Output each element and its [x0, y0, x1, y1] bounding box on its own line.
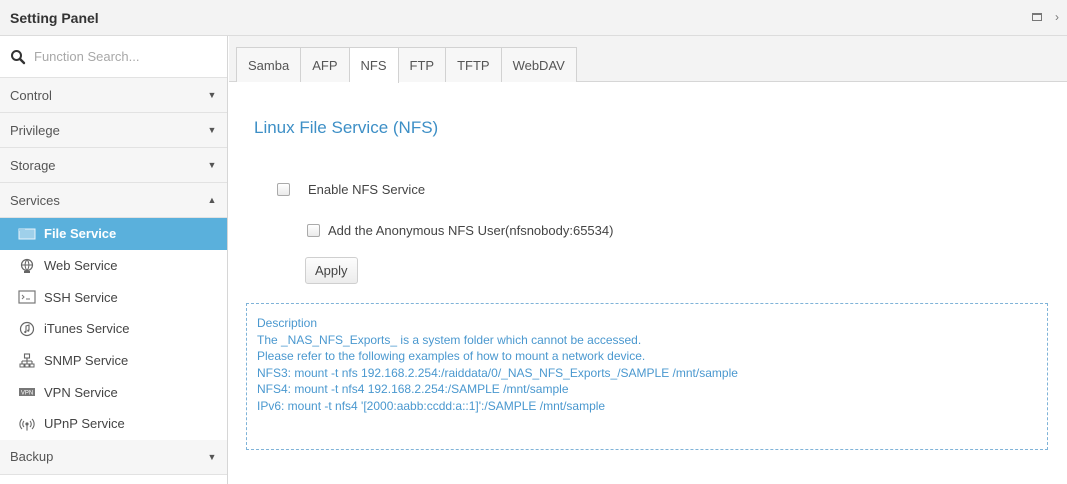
anonymous-user-row: Add the Anonymous NFS User(nfsnobody:655… [307, 223, 613, 238]
tab-afp[interactable]: AFP [301, 47, 350, 82]
close-icon: › [1055, 10, 1059, 24]
tab-samba[interactable]: Samba [236, 47, 302, 82]
description-title: Description [257, 316, 318, 330]
description-line: NFS3: mount -t nfs 192.168.2.254:/raidda… [257, 365, 738, 380]
sidebar-item-label: SSH Service [44, 289, 118, 305]
sidebar-category-storage[interactable]: Storage ▼ [0, 148, 227, 183]
sidebar-item-label: SNMP Service [44, 353, 129, 369]
window-title: Setting Panel [10, 10, 99, 26]
itunes-service-icon [18, 321, 36, 337]
title-bar: Setting Panel › [0, 0, 1067, 36]
main-panel: Samba AFP NFS FTP TFTP WebDAV Linux File Serv… [229, 36, 1067, 484]
sidebar-category-services[interactable]: Services ▲ [0, 183, 227, 218]
sidebar-item-file-service[interactable]: File Service [0, 218, 227, 250]
sidebar-category-label: Backup [10, 449, 54, 465]
svg-text:VPN: VPN [21, 391, 33, 397]
chevron-down-icon: ▼ [207, 160, 217, 170]
sidebar-item-vpn-service[interactable]: VPN VPN Service [0, 376, 227, 408]
sidebar-category-control[interactable]: Control ▼ [0, 78, 227, 113]
apply-button[interactable]: Apply [305, 257, 358, 284]
function-search [0, 36, 227, 78]
tab-webdav[interactable]: WebDAV [501, 47, 577, 82]
anonymous-user-checkbox[interactable] [307, 224, 320, 237]
web-service-icon [18, 258, 36, 274]
description-line: Please refer to the following examples o… [257, 349, 646, 364]
search-input[interactable] [34, 49, 204, 64]
sidebar-category-label: Control [10, 87, 52, 103]
description-box: Description The _NAS_NFS_Exports_ is a s… [246, 303, 1048, 450]
sidebar-item-upnp-service[interactable]: UPnP Service [0, 408, 227, 440]
enable-nfs-label: Enable NFS Service [308, 182, 426, 197]
anonymous-user-label: Add the Anonymous NFS User(nfsnobody:655… [328, 223, 614, 238]
description-line: NFS4: mount -t nfs4 192.168.2.254:/SAMPL… [257, 382, 569, 397]
sidebar-category-backup[interactable]: Backup ▼ [0, 439, 227, 475]
sidebar-item-label: iTunes Service [44, 321, 130, 337]
sidebar-item-label: VPN Service [44, 384, 118, 400]
file-service-icon [18, 226, 36, 242]
sidebar-item-itunes-service[interactable]: iTunes Service [0, 313, 227, 345]
snmp-service-icon [18, 353, 36, 369]
sidebar-item-web-service[interactable]: Web Service [0, 250, 227, 282]
sidebar-category-label: Services [10, 192, 60, 208]
window-controls: › [1031, 10, 1063, 24]
sidebar-item-label: Web Service [44, 258, 118, 274]
chevron-down-icon: ▼ [207, 90, 217, 100]
chevron-up-icon: ▲ [207, 195, 217, 205]
sidebar-category-label: Privilege [10, 122, 60, 138]
tab-bar: Samba AFP NFS FTP TFTP WebDAV [229, 36, 1067, 83]
sidebar-item-snmp-service[interactable]: SNMP Service [0, 345, 227, 377]
tab-nfs[interactable]: NFS [349, 47, 399, 83]
sidebar-category-label: Storage [10, 157, 56, 173]
sidebar: Control ▼ Privilege ▼ Storage ▼ Services ▲ File… [0, 36, 228, 484]
close-button[interactable]: › [1051, 10, 1063, 24]
description-line: IPv6: mount -t nfs4 '[2000:aabb:ccdd:a::… [257, 398, 606, 413]
sidebar-item-ssh-service[interactable]: SSH Service [0, 281, 227, 313]
chevron-down-icon: ▼ [207, 125, 217, 135]
vpn-service-icon: VPN [18, 384, 36, 400]
tab-tftp[interactable]: TFTP [446, 47, 502, 82]
maximize-button[interactable] [1031, 10, 1043, 24]
sidebar-category-privilege[interactable]: Privilege ▼ [0, 113, 227, 148]
ssh-service-icon [18, 289, 36, 305]
chevron-down-icon: ▼ [207, 451, 217, 462]
description-line: The _NAS_NFS_Exports_ is a system folder… [257, 332, 642, 347]
tab-ftp[interactable]: FTP [398, 47, 447, 82]
sidebar-item-label: File Service [44, 226, 117, 242]
enable-nfs-row: Enable NFS Service [277, 182, 425, 197]
upnp-service-icon [18, 416, 36, 432]
enable-nfs-checkbox[interactable] [277, 183, 290, 196]
page-title: Linux File Service (NFS) [254, 118, 439, 137]
maximize-icon [1032, 13, 1042, 21]
sidebar-item-label: UPnP Service [44, 416, 125, 432]
search-icon [11, 49, 26, 64]
